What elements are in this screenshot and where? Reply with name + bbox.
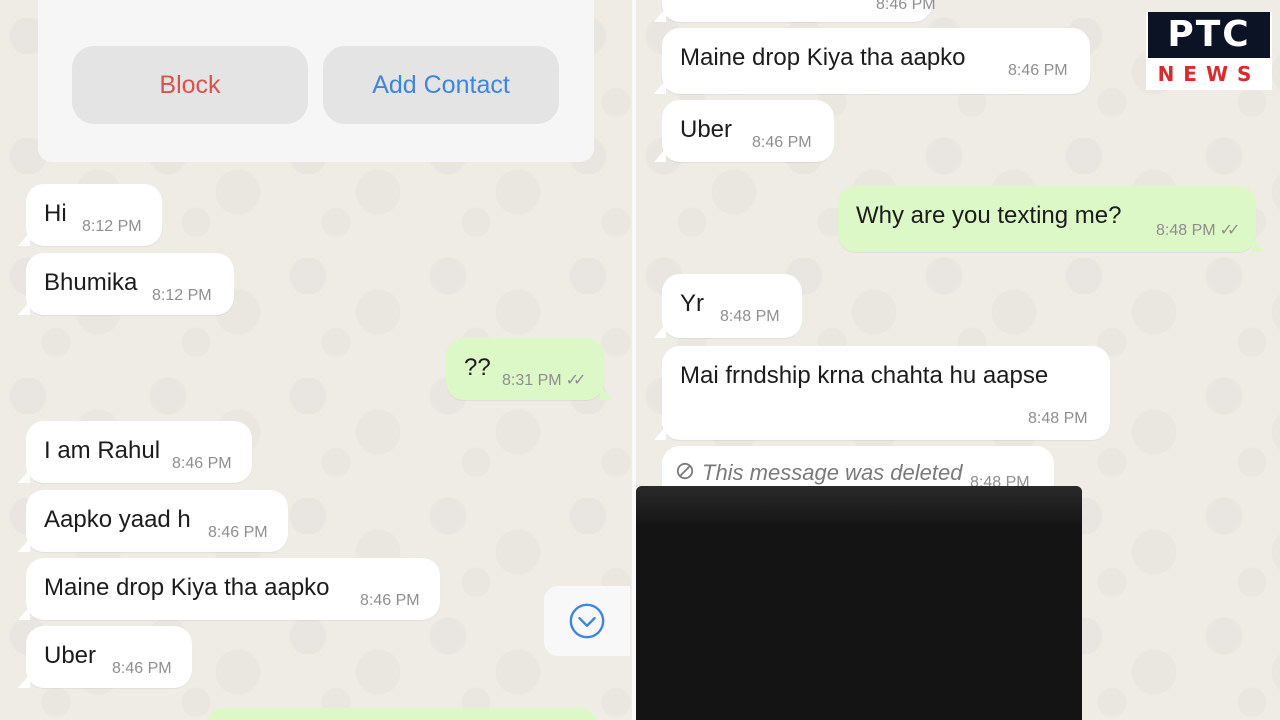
message-text: ?? — [464, 354, 491, 381]
logo-wordmark: PTC — [1148, 12, 1270, 58]
message-time-status: 8:48 PM ✓✓ — [1156, 222, 1241, 239]
chat-panel-left: Block Add Contact Hi 8:12 PM Bhumika 8:1… — [0, 0, 632, 720]
message-time: 8:46 PM — [112, 660, 172, 677]
message-bubble-incoming[interactable]: Maine drop Kiya tha aapko 8:46 PM — [654, 28, 1090, 94]
message-text: Maine drop Kiya tha aapko — [44, 574, 330, 601]
message-text: Yr — [680, 290, 704, 317]
message-text: Maine drop Kiya tha aapko — [680, 44, 966, 71]
message-bubble-incoming[interactable]: Uber 8:46 PM — [18, 626, 192, 688]
unknown-contact-card: Block Add Contact — [38, 0, 594, 162]
ptc-news-logo: PTC NEWS — [1146, 12, 1272, 90]
message-time: 8:46 PM — [1008, 62, 1068, 79]
message-text: Uber — [44, 642, 97, 669]
message-bubble-incoming[interactable]: Bhumika 8:12 PM — [18, 253, 234, 315]
chevron-down-circle-icon — [569, 603, 605, 639]
message-text: Why are you texting me? — [856, 202, 1122, 229]
message-text: Aapko yaad h — [44, 506, 191, 533]
message-bubble-outgoing[interactable]: ?? 8:31 PM ✓✓ — [446, 338, 612, 400]
message-time: 8:46 PM — [876, 0, 936, 13]
message-text: Hi — [44, 200, 67, 227]
message-text: Bhumika — [44, 269, 138, 296]
message-bubble-outgoing-partial — [206, 708, 598, 720]
add-contact-button[interactable]: Add Contact — [323, 46, 559, 124]
message-time: 8:12 PM — [82, 218, 142, 235]
read-ticks-icon: ✓✓ — [1219, 222, 1241, 239]
message-time-status: 8:31 PM ✓✓ — [502, 372, 587, 389]
message-bubble-incoming-partial[interactable]: 8:46 PM — [654, 0, 936, 22]
message-bubble-incoming[interactable]: Aapko yaad h 8:46 PM — [18, 490, 288, 552]
message-time: 8:46 PM — [172, 455, 232, 472]
message-text: Uber — [680, 116, 733, 143]
message-bubble-outgoing[interactable]: Why are you texting me? 8:48 PM ✓✓ — [838, 186, 1264, 252]
message-bubble-incoming[interactable]: Maine drop Kiya tha aapko 8:46 PM — [18, 558, 440, 620]
message-time: 8:48 PM — [720, 308, 780, 325]
redacted-image-overlay — [636, 486, 1082, 720]
scroll-to-bottom-button[interactable] — [544, 586, 630, 656]
message-time: 8:46 PM — [208, 524, 268, 541]
message-bubble-incoming[interactable]: I am Rahul 8:46 PM — [18, 421, 252, 483]
message-bubble-incoming[interactable]: Uber 8:46 PM — [654, 100, 834, 162]
block-button[interactable]: Block — [72, 46, 308, 124]
logo-subtext: NEWS — [1157, 62, 1261, 86]
message-bubble-incoming[interactable]: Mai frndship krna chahta hu aapse 8:48 P… — [654, 346, 1110, 440]
message-time: 8:46 PM — [360, 592, 420, 609]
prohibited-icon — [676, 462, 694, 480]
message-text: I am Rahul — [44, 437, 161, 464]
message-time: 8:12 PM — [152, 287, 212, 304]
read-ticks-icon: ✓✓ — [565, 372, 587, 389]
message-text: Mai frndship krna chahta hu aapse — [680, 362, 1049, 389]
message-bubble-incoming[interactable]: Hi 8:12 PM — [18, 184, 162, 246]
message-bubble-incoming[interactable]: Yr 8:48 PM — [654, 274, 802, 338]
message-time: 8:48 PM — [1028, 410, 1088, 427]
deleted-message-text: This message was deleted — [702, 460, 963, 485]
message-time: 8:46 PM — [752, 134, 812, 151]
